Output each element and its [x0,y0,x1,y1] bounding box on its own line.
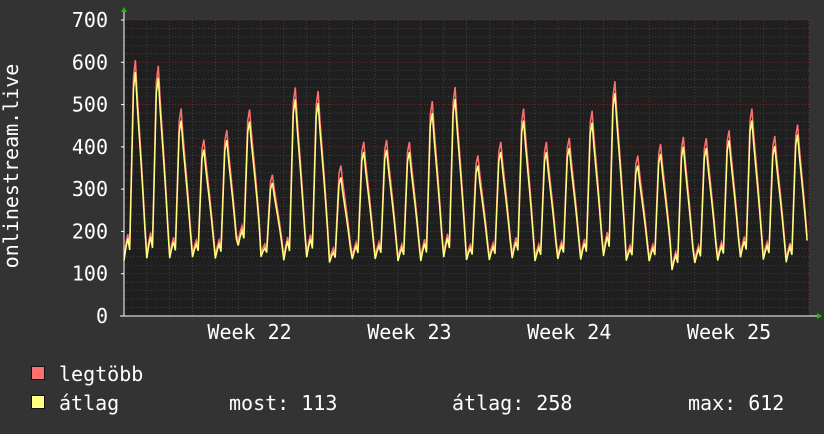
legend-row-avg: átlag most: 113 átlag: 258 max: 612 [31,392,811,414]
x-axis-arrow [817,313,822,319]
y-tick-label: 100 [72,262,108,286]
stat-average: átlag: 258 [452,391,573,415]
stat-current: most: 113 [229,391,338,415]
y-axis-arrow [121,7,127,12]
stat-max: max: 612 [688,391,785,415]
y-tick-labels: 0 100 200 300 400 500 600 700 [72,8,108,328]
y-tick-label: 700 [72,8,108,32]
legend-swatch-avg [31,395,45,409]
y-axis-label: onlinestream.live [0,64,23,269]
y-tick-label: 300 [72,177,108,201]
x-tick-label: Week 23 [367,320,451,344]
y-tick-label: 0 [96,304,108,328]
y-tick-label: 200 [72,219,108,243]
x-tick-label: Week 24 [527,320,611,344]
legend-swatch-max [31,366,45,380]
legend-label-max: legtöbb [59,362,144,386]
x-tick-label: Week 22 [207,320,291,344]
x-tick-label: Week 25 [687,320,771,344]
y-tick-label: 600 [72,50,108,74]
y-tick-label: 500 [72,93,108,117]
legend-row-max: legtöbb [31,363,811,385]
y-tick-label: 400 [72,135,108,159]
legend-label-avg: átlag [59,391,120,415]
x-tick-labels: Week 22 Week 23 Week 24 Week 25 [207,320,771,344]
